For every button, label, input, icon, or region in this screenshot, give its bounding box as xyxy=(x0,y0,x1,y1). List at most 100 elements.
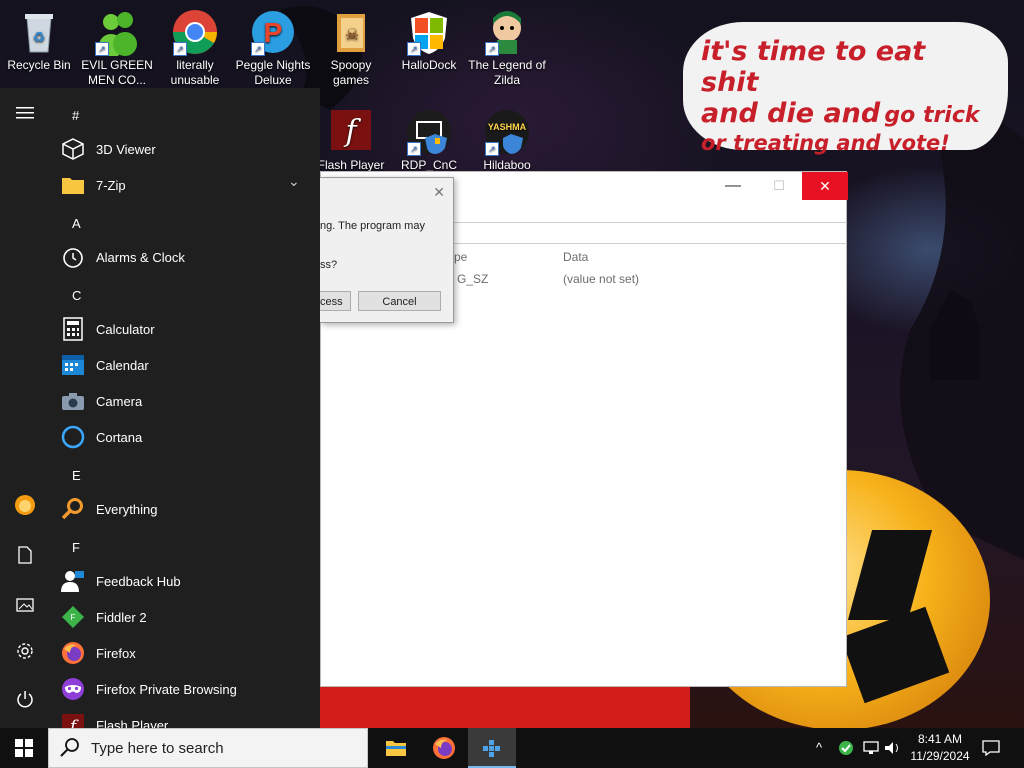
rdp-logo-text: YASHMA xyxy=(488,122,527,132)
shortcut-arrow-icon: ↗ xyxy=(485,142,499,156)
picture-icon xyxy=(16,598,34,612)
dialog-primary-button[interactable]: cess xyxy=(320,291,351,311)
section-letter-f[interactable]: F xyxy=(72,540,80,555)
pictures-button[interactable] xyxy=(0,588,50,628)
start-menu-rail xyxy=(0,88,50,728)
app-everything[interactable]: Everything xyxy=(60,491,310,527)
section-letter-hash[interactable]: # xyxy=(72,108,79,123)
app-label: Everything xyxy=(96,501,158,517)
taskbar-registry-editor[interactable] xyxy=(468,728,516,768)
chevron-down-icon[interactable]: ⌄ xyxy=(288,173,300,190)
desktop-icon-legend-of-zilda[interactable]: ↗ The Legend of Zilda xyxy=(468,4,546,88)
desktop-icon-spoopy-games[interactable]: ☠ Spoopy games xyxy=(312,4,390,88)
camera-icon xyxy=(60,388,86,414)
dialog-question: ss? xyxy=(320,259,338,271)
bubble-line-1: it's time to eat shit xyxy=(701,36,926,99)
windows-logo-icon xyxy=(15,739,33,757)
firefox-icon xyxy=(433,737,455,759)
app-label: Firefox Private Browsing xyxy=(96,681,237,697)
app-calculator[interactable]: Calculator xyxy=(60,311,310,347)
desktop-icon-literally-unusable[interactable]: ↗ literally unusable xyxy=(156,4,234,88)
app-label: Cortana xyxy=(96,429,143,445)
user-avatar-icon xyxy=(15,495,35,515)
value-type-cell[interactable]: G_SZ xyxy=(457,272,488,286)
close-button[interactable]: ✕ xyxy=(802,172,848,200)
clock-date: 11/29/2024 xyxy=(910,749,970,763)
desktop-icon-recycle-bin[interactable]: ♻ Recycle Bin xyxy=(0,4,78,73)
svg-text:☠: ☠ xyxy=(345,27,359,44)
app-firefox[interactable]: Firefox xyxy=(60,635,310,671)
flash-icon: f xyxy=(327,108,375,156)
desktop-icon-label: EVIL GREEN MEN CO... xyxy=(81,58,153,87)
network-button[interactable] xyxy=(862,740,880,759)
wallpaper-red-stripe xyxy=(320,686,690,728)
gear-icon xyxy=(17,643,33,659)
cube-icon xyxy=(60,136,86,162)
maximize-button[interactable]: ☐ xyxy=(756,172,802,200)
column-header-data[interactable]: Data xyxy=(563,250,588,264)
app-cortana[interactable]: Cortana xyxy=(60,419,310,455)
desktop-icon-label: literally unusable xyxy=(170,58,220,87)
desktop-icon-label: Hildaboo xyxy=(483,158,531,172)
desktop-icon-rdp-cnc[interactable]: ↗ RDP_CnC xyxy=(390,104,468,173)
bubble-line-2a: and die and xyxy=(701,98,881,130)
speech-bubble: it's time to eat shit and die and go tri… xyxy=(683,22,1008,155)
cortana-icon xyxy=(60,424,86,450)
fiddler-icon: F xyxy=(60,604,86,630)
notification-icon xyxy=(982,740,1000,757)
dialog-close-button[interactable]: ✕ xyxy=(433,184,445,201)
action-center-button[interactable] xyxy=(982,740,1000,759)
desktop-icon-flash-player[interactable]: f Flash Player xyxy=(312,104,390,173)
volume-button[interactable] xyxy=(884,740,900,759)
documents-button[interactable] xyxy=(0,540,50,580)
calendar-icon xyxy=(60,352,86,378)
tray-app-icon[interactable] xyxy=(838,740,854,759)
private-mask-icon xyxy=(60,676,86,702)
column-header-type[interactable]: pe xyxy=(454,250,467,264)
taskbar-file-explorer[interactable] xyxy=(372,728,420,768)
app-calendar[interactable]: Calendar xyxy=(60,347,310,383)
desktop-icon-label: RDP_CnC xyxy=(400,158,457,172)
rdp-icon: ↗ xyxy=(405,108,453,156)
user-account-button[interactable] xyxy=(0,492,50,532)
show-hidden-icons-button[interactable]: ^ xyxy=(816,740,822,755)
hamburger-menu-button[interactable] xyxy=(0,96,50,136)
app-7-zip[interactable]: 7-Zip ⌄ xyxy=(60,167,310,203)
app-feedback-hub[interactable]: Feedback Hub xyxy=(60,563,310,599)
taskbar-clock[interactable]: 8:41 AM 11/29/2024 xyxy=(902,731,978,765)
app-camera[interactable]: Camera xyxy=(60,383,310,419)
app-fiddler-2[interactable]: F Fiddler 2 xyxy=(60,599,310,635)
start-button[interactable] xyxy=(0,728,48,768)
desktop-icon-hildaboo[interactable]: YASHMA ↗ Hildaboo xyxy=(468,104,546,173)
desktop-icon-peggle[interactable]: P ↗ Peggle Nights Deluxe xyxy=(234,4,312,88)
dialog-cancel-button[interactable]: Cancel xyxy=(358,291,441,311)
shortcut-arrow-icon: ↗ xyxy=(173,42,187,56)
folder-icon: ☠ xyxy=(327,8,375,56)
confirm-dialog[interactable]: ✕ ng. The program may ss? cess Cancel xyxy=(320,177,454,323)
network-shield-icon xyxy=(839,741,853,755)
minimize-button[interactable]: — xyxy=(710,172,756,200)
start-menu[interactable]: # A C E F 3D Viewer 7-Zip ⌄ Alarms & Clo… xyxy=(0,88,320,728)
app-label: Calculator xyxy=(96,321,155,337)
app-flash-player[interactable]: f Flash Player xyxy=(60,707,310,728)
app-alarms-clock[interactable]: Alarms & Clock xyxy=(60,239,310,275)
shortcut-arrow-icon: ↗ xyxy=(95,42,109,56)
search-input[interactable] xyxy=(89,738,353,758)
value-data-cell[interactable]: (value not set) xyxy=(563,272,639,286)
section-letter-a[interactable]: A xyxy=(72,216,81,231)
taskbar-search-box[interactable] xyxy=(48,728,368,768)
svg-text:P: P xyxy=(264,17,283,48)
desktop-icon-hallodock[interactable]: ↗ HalloDock xyxy=(390,4,468,73)
search-icon xyxy=(60,738,79,757)
section-letter-c[interactable]: C xyxy=(72,288,81,303)
taskbar-firefox[interactable] xyxy=(420,728,468,768)
settings-button[interactable] xyxy=(0,636,50,676)
svg-text:♻: ♻ xyxy=(33,29,46,45)
app-3d-viewer[interactable]: 3D Viewer xyxy=(60,131,310,167)
clock-time: 8:41 AM xyxy=(917,732,963,746)
desktop-icon-evil-green-men[interactable]: ↗ EVIL GREEN MEN CO... xyxy=(78,4,156,88)
app-firefox-private[interactable]: Firefox Private Browsing xyxy=(60,671,310,707)
power-button[interactable] xyxy=(0,684,50,724)
section-letter-e[interactable]: E xyxy=(72,468,81,483)
flash-icon: f xyxy=(60,712,86,728)
